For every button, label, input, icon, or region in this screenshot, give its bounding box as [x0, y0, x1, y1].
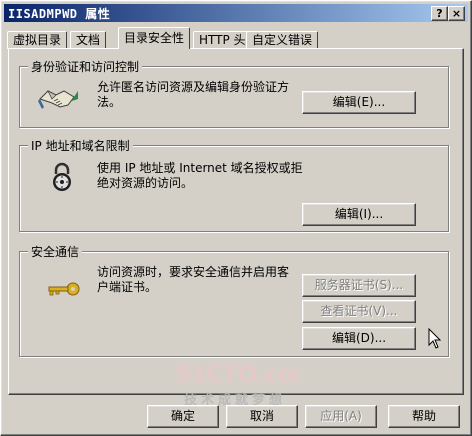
tab-http-headers[interactable]: HTTP 头 — [193, 31, 252, 49]
server-certificate-button[interactable]: 服务器证书(S)... — [302, 274, 416, 297]
close-button[interactable]: × — [448, 6, 465, 21]
mouse-pointer-icon — [428, 327, 442, 353]
edit-auth-button[interactable]: 编辑(E)... — [302, 91, 416, 114]
help-button[interactable]: 帮助 — [388, 405, 460, 428]
view-certificate-button[interactable]: 查看证书(V)... — [302, 300, 416, 323]
tab-documents[interactable]: 文档 — [70, 31, 107, 49]
tab-directory-security[interactable]: 目录安全性 — [118, 27, 191, 49]
cancel-button[interactable]: 取消 — [226, 405, 298, 428]
key-icon — [46, 280, 80, 298]
tab-virtual-directory[interactable]: 虚拟目录 — [7, 31, 68, 49]
auth-group-title: 身份验证和访问控制 — [28, 58, 143, 75]
auth-group: 身份验证和访问控制 允许匿名访问资源及编辑身份验证方法。 编辑(E)... — [19, 58, 449, 128]
ok-button[interactable]: 确定 — [147, 405, 219, 428]
apply-button[interactable]: 应用(A) — [305, 405, 377, 428]
title-bar[interactable]: IISADMPWD 属性 ? × — [4, 4, 468, 22]
ip-group-title: IP 地址和域名限制 — [28, 137, 133, 154]
handshake-icon — [38, 81, 78, 113]
window-title: IISADMPWD 属性 — [8, 6, 111, 21]
edit-ip-button[interactable]: 编辑(I)... — [302, 203, 416, 226]
ip-description: 使用 IP 地址或 Internet 域名授权或拒绝对资源的访问。 — [97, 161, 303, 190]
lock-icon — [50, 162, 74, 192]
edit-secure-button[interactable]: 编辑(D)... — [302, 327, 416, 350]
secure-description: 访问资源时，要求安全通信并启用客户端证书。 — [97, 265, 290, 294]
ip-group: IP 地址和域名限制 使用 IP 地址或 Internet 域名授权或拒绝对资源… — [19, 137, 449, 232]
help-title-button[interactable]: ? — [431, 6, 448, 21]
secure-group: 安全通信 访问资源时，要求安全通信并启用客户端证书。 服务器证书(S)... 查… — [19, 243, 449, 357]
tab-custom-errors[interactable]: 自定义错误 — [246, 31, 319, 49]
secure-group-title: 安全通信 — [28, 243, 83, 260]
auth-description: 允许匿名访问资源及编辑身份验证方法。 — [97, 80, 290, 109]
